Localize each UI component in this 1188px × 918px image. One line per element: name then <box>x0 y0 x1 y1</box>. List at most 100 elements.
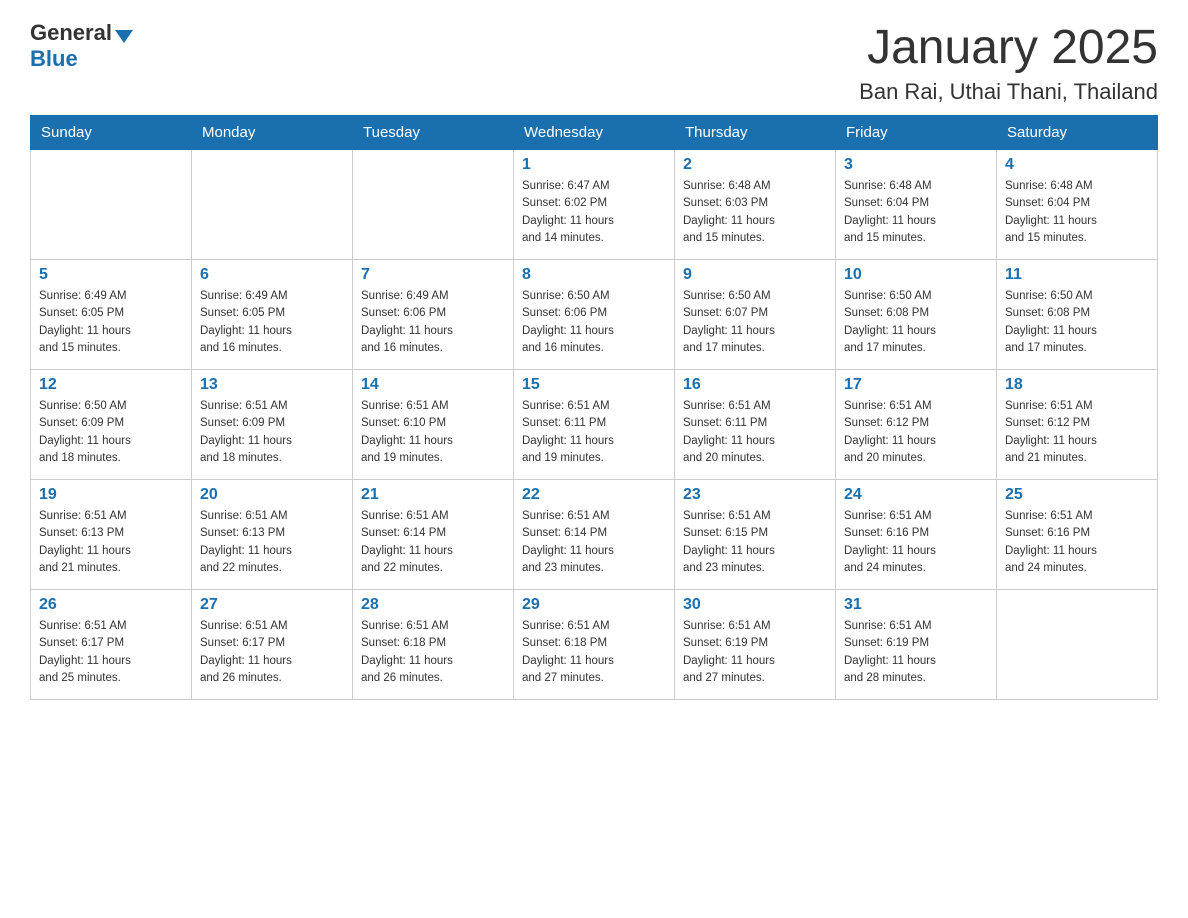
logo-blue-label: Blue <box>30 46 78 71</box>
day-info: Sunrise: 6:50 AM Sunset: 6:08 PM Dayligh… <box>844 288 988 357</box>
calendar-cell: 28 Sunrise: 6:51 AM Sunset: 6:18 PM Dayli… <box>353 590 514 700</box>
day-number: 18 <box>1005 376 1149 394</box>
calendar-cell: 31 Sunrise: 6:51 AM Sunset: 6:19 PM Dayli… <box>836 590 997 700</box>
day-info: Sunrise: 6:50 AM Sunset: 6:08 PM Dayligh… <box>1005 288 1149 357</box>
calendar-cell <box>353 150 514 260</box>
day-number: 28 <box>361 596 505 614</box>
day-info: Sunrise: 6:48 AM Sunset: 6:04 PM Dayligh… <box>1005 178 1149 247</box>
logo: General Blue <box>30 20 133 72</box>
day-number: 2 <box>683 156 827 174</box>
day-number: 26 <box>39 596 183 614</box>
calendar-cell: 20 Sunrise: 6:51 AM Sunset: 6:13 PM Dayli… <box>192 480 353 590</box>
calendar-cell <box>31 150 192 260</box>
location-title: Ban Rai, Uthai Thani, Thailand <box>859 79 1158 105</box>
calendar-cell: 7Sunrise: 6:49 AM Sunset: 6:06 PM Daylig… <box>353 260 514 370</box>
day-number: 20 <box>200 486 344 504</box>
day-number: 13 <box>200 376 344 394</box>
day-number: 6 <box>200 266 344 284</box>
weekday-header-row: SundayMondayTuesdayWednesdayThursdayFrid… <box>31 116 1158 150</box>
day-number: 25 <box>1005 486 1149 504</box>
day-number: 7 <box>361 266 505 284</box>
weekday-header-thursday: Thursday <box>675 116 836 150</box>
day-info: Sunrise: 6:51 AM Sunset: 6:19 PM Dayligh… <box>844 618 988 687</box>
day-number: 5 <box>39 266 183 284</box>
calendar-cell: 25 Sunrise: 6:51 AM Sunset: 6:16 PM Dayli… <box>997 480 1158 590</box>
title-section: January 2025 Ban Rai, Uthai Thani, Thail… <box>859 20 1158 105</box>
day-info: Sunrise: 6:48 AM Sunset: 6:03 PM Dayligh… <box>683 178 827 247</box>
calendar-cell: 2 Sunrise: 6:48 AM Sunset: 6:03 PM Daylig… <box>675 150 836 260</box>
day-info: Sunrise: 6:49 AM Sunset: 6:05 PM Dayligh… <box>39 288 183 357</box>
calendar-cell: 17 Sunrise: 6:51 AM Sunset: 6:12 PM Dayli… <box>836 370 997 480</box>
calendar-cell: 1 Sunrise: 6:47 AM Sunset: 6:02 PM Daylig… <box>514 150 675 260</box>
day-info: Sunrise: 6:51 AM Sunset: 6:13 PM Dayligh… <box>200 508 344 577</box>
day-number: 15 <box>522 376 666 394</box>
day-info: Sunrise: 6:50 AM Sunset: 6:07 PM Dayligh… <box>683 288 827 357</box>
weekday-header-tuesday: Tuesday <box>353 116 514 150</box>
day-info: Sunrise: 6:51 AM Sunset: 6:11 PM Dayligh… <box>683 398 827 467</box>
calendar-cell: 8 Sunrise: 6:50 AM Sunset: 6:06 PM Daylig… <box>514 260 675 370</box>
day-info: Sunrise: 6:51 AM Sunset: 6:14 PM Dayligh… <box>361 508 505 577</box>
calendar-cell: 21 Sunrise: 6:51 AM Sunset: 6:14 PM Dayli… <box>353 480 514 590</box>
calendar-cell: 24 Sunrise: 6:51 AM Sunset: 6:16 PM Dayli… <box>836 480 997 590</box>
calendar-cell: 11Sunrise: 6:50 AM Sunset: 6:08 PM Dayli… <box>997 260 1158 370</box>
calendar-cell: 27 Sunrise: 6:51 AM Sunset: 6:17 PM Dayli… <box>192 590 353 700</box>
day-info: Sunrise: 6:51 AM Sunset: 6:16 PM Dayligh… <box>844 508 988 577</box>
day-info: Sunrise: 6:51 AM Sunset: 6:17 PM Dayligh… <box>39 618 183 687</box>
day-number: 19 <box>39 486 183 504</box>
logo-triangle-icon <box>115 30 133 43</box>
day-info: Sunrise: 6:51 AM Sunset: 6:16 PM Dayligh… <box>1005 508 1149 577</box>
day-info: Sunrise: 6:50 AM Sunset: 6:09 PM Dayligh… <box>39 398 183 467</box>
day-info: Sunrise: 6:51 AM Sunset: 6:12 PM Dayligh… <box>844 398 988 467</box>
day-number: 27 <box>200 596 344 614</box>
day-info: Sunrise: 6:51 AM Sunset: 6:13 PM Dayligh… <box>39 508 183 577</box>
day-number: 30 <box>683 596 827 614</box>
day-number: 17 <box>844 376 988 394</box>
weekday-header-friday: Friday <box>836 116 997 150</box>
day-number: 4 <box>1005 156 1149 174</box>
calendar-cell: 9 Sunrise: 6:50 AM Sunset: 6:07 PM Daylig… <box>675 260 836 370</box>
calendar-cell: 4 Sunrise: 6:48 AM Sunset: 6:04 PM Daylig… <box>997 150 1158 260</box>
calendar-cell: 22Sunrise: 6:51 AM Sunset: 6:14 PM Dayli… <box>514 480 675 590</box>
day-number: 31 <box>844 596 988 614</box>
calendar-cell: 18 Sunrise: 6:51 AM Sunset: 6:12 PM Dayli… <box>997 370 1158 480</box>
day-info: Sunrise: 6:48 AM Sunset: 6:04 PM Dayligh… <box>844 178 988 247</box>
day-number: 24 <box>844 486 988 504</box>
calendar-cell: 14Sunrise: 6:51 AM Sunset: 6:10 PM Dayli… <box>353 370 514 480</box>
day-number: 1 <box>522 156 666 174</box>
weekday-header-monday: Monday <box>192 116 353 150</box>
day-number: 21 <box>361 486 505 504</box>
day-number: 10 <box>844 266 988 284</box>
day-info: Sunrise: 6:51 AM Sunset: 6:18 PM Dayligh… <box>361 618 505 687</box>
day-info: Sunrise: 6:51 AM Sunset: 6:19 PM Dayligh… <box>683 618 827 687</box>
weekday-header-wednesday: Wednesday <box>514 116 675 150</box>
day-info: Sunrise: 6:47 AM Sunset: 6:02 PM Dayligh… <box>522 178 666 247</box>
day-info: Sunrise: 6:51 AM Sunset: 6:12 PM Dayligh… <box>1005 398 1149 467</box>
page-header: General Blue January 2025 Ban Rai, Uthai… <box>30 20 1158 105</box>
day-info: Sunrise: 6:49 AM Sunset: 6:05 PM Dayligh… <box>200 288 344 357</box>
calendar-cell: 30 Sunrise: 6:51 AM Sunset: 6:19 PM Dayli… <box>675 590 836 700</box>
day-info: Sunrise: 6:51 AM Sunset: 6:17 PM Dayligh… <box>200 618 344 687</box>
calendar-week-2: 5 Sunrise: 6:49 AM Sunset: 6:05 PM Daylig… <box>31 260 1158 370</box>
calendar-cell: 10 Sunrise: 6:50 AM Sunset: 6:08 PM Dayli… <box>836 260 997 370</box>
day-number: 9 <box>683 266 827 284</box>
calendar-week-3: 12 Sunrise: 6:50 AM Sunset: 6:09 PM Dayli… <box>31 370 1158 480</box>
calendar-table: SundayMondayTuesdayWednesdayThursdayFrid… <box>30 115 1158 700</box>
day-info: Sunrise: 6:51 AM Sunset: 6:15 PM Dayligh… <box>683 508 827 577</box>
calendar-cell: 5 Sunrise: 6:49 AM Sunset: 6:05 PM Daylig… <box>31 260 192 370</box>
calendar-week-5: 26 Sunrise: 6:51 AM Sunset: 6:17 PM Dayli… <box>31 590 1158 700</box>
weekday-header-sunday: Sunday <box>31 116 192 150</box>
calendar-cell <box>997 590 1158 700</box>
day-info: Sunrise: 6:50 AM Sunset: 6:06 PM Dayligh… <box>522 288 666 357</box>
weekday-header-saturday: Saturday <box>997 116 1158 150</box>
day-info: Sunrise: 6:51 AM Sunset: 6:11 PM Dayligh… <box>522 398 666 467</box>
month-title: January 2025 <box>859 20 1158 75</box>
day-number: 12 <box>39 376 183 394</box>
calendar-cell: 13Sunrise: 6:51 AM Sunset: 6:09 PM Dayli… <box>192 370 353 480</box>
calendar-cell: 15 Sunrise: 6:51 AM Sunset: 6:11 PM Dayli… <box>514 370 675 480</box>
calendar-cell <box>192 150 353 260</box>
day-number: 3 <box>844 156 988 174</box>
day-number: 16 <box>683 376 827 394</box>
day-info: Sunrise: 6:51 AM Sunset: 6:10 PM Dayligh… <box>361 398 505 467</box>
calendar-week-1: 1 Sunrise: 6:47 AM Sunset: 6:02 PM Daylig… <box>31 150 1158 260</box>
day-number: 8 <box>522 266 666 284</box>
